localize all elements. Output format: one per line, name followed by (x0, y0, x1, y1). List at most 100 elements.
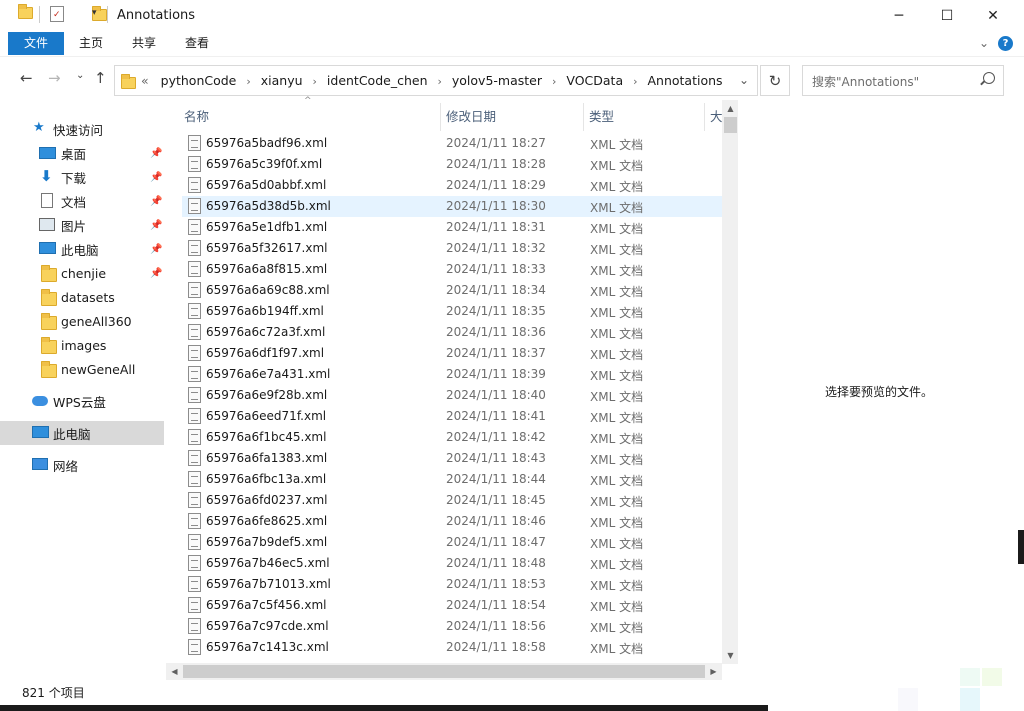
refresh-icon: ↻ (768, 71, 782, 90)
file-row[interactable]: 65976a6a8f815.xml 2024/1/11 18:33 XML 文档 (182, 259, 722, 280)
file-row[interactable]: 65976a5d38d5b.xml 2024/1/11 18:30 XML 文档 (182, 196, 722, 217)
forward-icon[interactable]: → (48, 69, 61, 87)
file-row[interactable]: 65976a6fbc13a.xml 2024/1/11 18:44 XML 文档 (182, 469, 722, 490)
tab-home[interactable]: 主页 (76, 32, 106, 55)
nav-item-documents[interactable]: 文档 📌 (0, 189, 164, 213)
crumb-yolov5-master[interactable]: yolov5-master (452, 73, 542, 88)
nav-item-pictures[interactable]: 图片 📌 (0, 213, 164, 237)
nav-item-images[interactable]: images (0, 333, 164, 357)
file-row[interactable]: 65976a5e1dfb1.xml 2024/1/11 18:31 XML 文档 (182, 217, 722, 238)
file-row[interactable]: 65976a6e9f28b.xml 2024/1/11 18:40 XML 文档 (182, 385, 722, 406)
chevron-right-icon: › (437, 75, 442, 88)
file-type: XML 文档 (590, 369, 644, 383)
scroll-thumb[interactable] (724, 117, 737, 133)
tab-file[interactable]: 文件 (8, 32, 64, 55)
scroll-up-icon[interactable]: ▲ (722, 100, 739, 117)
recent-locations-icon[interactable]: ⌄ (76, 70, 84, 81)
column-header-name[interactable]: 名称 (184, 103, 209, 131)
cloud-icon (32, 396, 48, 406)
file-date: 2024/1/11 18:58 (446, 640, 546, 654)
crumb-annotations[interactable]: Annotations (647, 73, 722, 88)
xml-file-icon (188, 534, 201, 550)
file-row[interactable]: 65976a7c5f456.xml 2024/1/11 18:54 XML 文档 (182, 595, 722, 616)
file-date: 2024/1/11 18:36 (446, 325, 546, 339)
chevron-right-icon: › (246, 75, 251, 88)
scroll-down-icon[interactable]: ▼ (722, 647, 739, 664)
file-name: 65976a6eed71f.xml (206, 409, 327, 423)
file-row[interactable]: 65976a6fe8625.xml 2024/1/11 18:46 XML 文档 (182, 511, 722, 532)
xml-file-icon (188, 429, 201, 445)
file-row[interactable]: 65976a6e7a431.xml 2024/1/11 18:39 XML 文档 (182, 364, 722, 385)
download-icon: ⬇ (40, 167, 53, 185)
address-bar[interactable]: « pythonCode › xianyu › identCode_chen ›… (114, 65, 758, 96)
nav-network[interactable]: 网络 (0, 453, 164, 477)
column-header-size[interactable]: 大 (710, 103, 723, 131)
nav-quick-access[interactable]: ★ 快速访问 (0, 117, 164, 141)
file-row[interactable]: 65976a7b46ec5.xml 2024/1/11 18:48 XML 文档 (182, 553, 722, 574)
crumb-xianyu[interactable]: xianyu (261, 73, 303, 88)
pin-icon: 📌 (150, 147, 163, 159)
vertical-scrollbar[interactable]: ▲ ▼ (722, 100, 739, 664)
file-row[interactable]: 65976a7c1413c.xml 2024/1/11 18:58 XML 文档 (182, 637, 722, 658)
horizontal-scrollbar[interactable]: ◀ ▶ (166, 663, 722, 680)
help-icon[interactable]: ? (998, 36, 1013, 51)
nav-item-this-pc-pinned[interactable]: 此电脑 📌 (0, 237, 164, 261)
file-row[interactable]: 65976a5badf96.xml 2024/1/11 18:27 XML 文档 (182, 133, 722, 154)
file-row[interactable]: 65976a7b71013.xml 2024/1/11 18:53 XML 文档 (182, 574, 722, 595)
file-row[interactable]: 65976a6a69c88.xml 2024/1/11 18:34 XML 文档 (182, 280, 722, 301)
nav-item-chenjie[interactable]: chenjie 📌 (0, 261, 164, 285)
minimize-button[interactable]: ─ (876, 0, 922, 32)
column-header-type[interactable]: 类型 (589, 103, 614, 131)
address-dropdown-icon[interactable]: ⌄ (739, 73, 749, 87)
file-row[interactable]: 65976a6fa1383.xml 2024/1/11 18:43 XML 文档 (182, 448, 722, 469)
nav-item-datasets[interactable]: datasets (0, 285, 164, 309)
search-input[interactable]: 搜索"Annotations" (802, 65, 1004, 96)
properties-icon[interactable]: ✓ (50, 6, 64, 22)
file-name: 65976a6fe8625.xml (206, 514, 328, 528)
xml-file-icon (188, 618, 201, 634)
file-name: 65976a6fd0237.xml (206, 493, 328, 507)
file-type: XML 文档 (590, 600, 644, 614)
nav-label: newGeneAll (61, 361, 136, 377)
crumb-vocdata[interactable]: VOCData (566, 73, 623, 88)
close-button[interactable]: ✕ (970, 0, 1016, 32)
file-type: XML 文档 (590, 621, 644, 635)
file-row[interactable]: 65976a5f32617.xml 2024/1/11 18:32 XML 文档 (182, 238, 722, 259)
file-row[interactable]: 65976a6df1f97.xml 2024/1/11 18:37 XML 文档 (182, 343, 722, 364)
nav-item-geneall360[interactable]: geneAll360 (0, 309, 164, 333)
ribbon-expand-icon[interactable]: ⌄ (976, 32, 992, 55)
nav-item-downloads[interactable]: ⬇ 下载 📌 (0, 165, 164, 189)
tab-share[interactable]: 共享 (129, 32, 159, 55)
file-type: XML 文档 (590, 138, 644, 152)
file-row[interactable]: 65976a7c97cde.xml 2024/1/11 18:56 XML 文档 (182, 616, 722, 637)
file-row[interactable]: 65976a6fd0237.xml 2024/1/11 18:45 XML 文档 (182, 490, 722, 511)
nav-item-newgeneall[interactable]: newGeneAll (0, 357, 164, 381)
file-row[interactable]: 65976a5d0abbf.xml 2024/1/11 18:29 XML 文档 (182, 175, 722, 196)
file-date: 2024/1/11 18:31 (446, 220, 546, 234)
file-row[interactable]: 65976a5c39f0f.xml 2024/1/11 18:28 XML 文档 (182, 154, 722, 175)
back-icon[interactable]: ← (20, 69, 33, 87)
crumb-identcode-chen[interactable]: identCode_chen (327, 73, 428, 88)
up-icon[interactable]: ↑ (94, 69, 107, 87)
file-name: 65976a6a8f815.xml (206, 262, 328, 276)
file-type: XML 文档 (590, 432, 644, 446)
nav-wps-cloud[interactable]: WPS云盘 (0, 389, 164, 413)
chevron-right-icon: › (633, 75, 638, 88)
file-row[interactable]: 65976a7b9def5.xml 2024/1/11 18:47 XML 文档 (182, 532, 722, 553)
scroll-thumb[interactable] (183, 665, 705, 678)
column-header-date[interactable]: 修改日期 (446, 103, 496, 131)
crumb-pythoncode[interactable]: pythonCode (161, 73, 237, 88)
file-row[interactable]: 65976a6c72a3f.xml 2024/1/11 18:36 XML 文档 (182, 322, 722, 343)
refresh-button[interactable]: ↻ (760, 65, 790, 96)
breadcrumb-overflow-icon[interactable]: « (141, 73, 149, 88)
tab-view[interactable]: 查看 (182, 32, 212, 55)
nav-item-desktop[interactable]: 桌面 📌 (0, 141, 164, 165)
file-row[interactable]: 65976a6f1bc45.xml 2024/1/11 18:42 XML 文档 (182, 427, 722, 448)
file-row[interactable]: 65976a6eed71f.xml 2024/1/11 18:41 XML 文档 (182, 406, 722, 427)
qat-dropdown-icon[interactable]: ▾ (92, 8, 97, 18)
scroll-right-icon[interactable]: ▶ (705, 663, 722, 680)
scroll-left-icon[interactable]: ◀ (166, 663, 183, 680)
file-row[interactable]: 65976a6b194ff.xml 2024/1/11 18:35 XML 文档 (182, 301, 722, 322)
maximize-button[interactable]: ☐ (924, 0, 970, 32)
nav-this-pc[interactable]: 此电脑 (0, 421, 164, 445)
